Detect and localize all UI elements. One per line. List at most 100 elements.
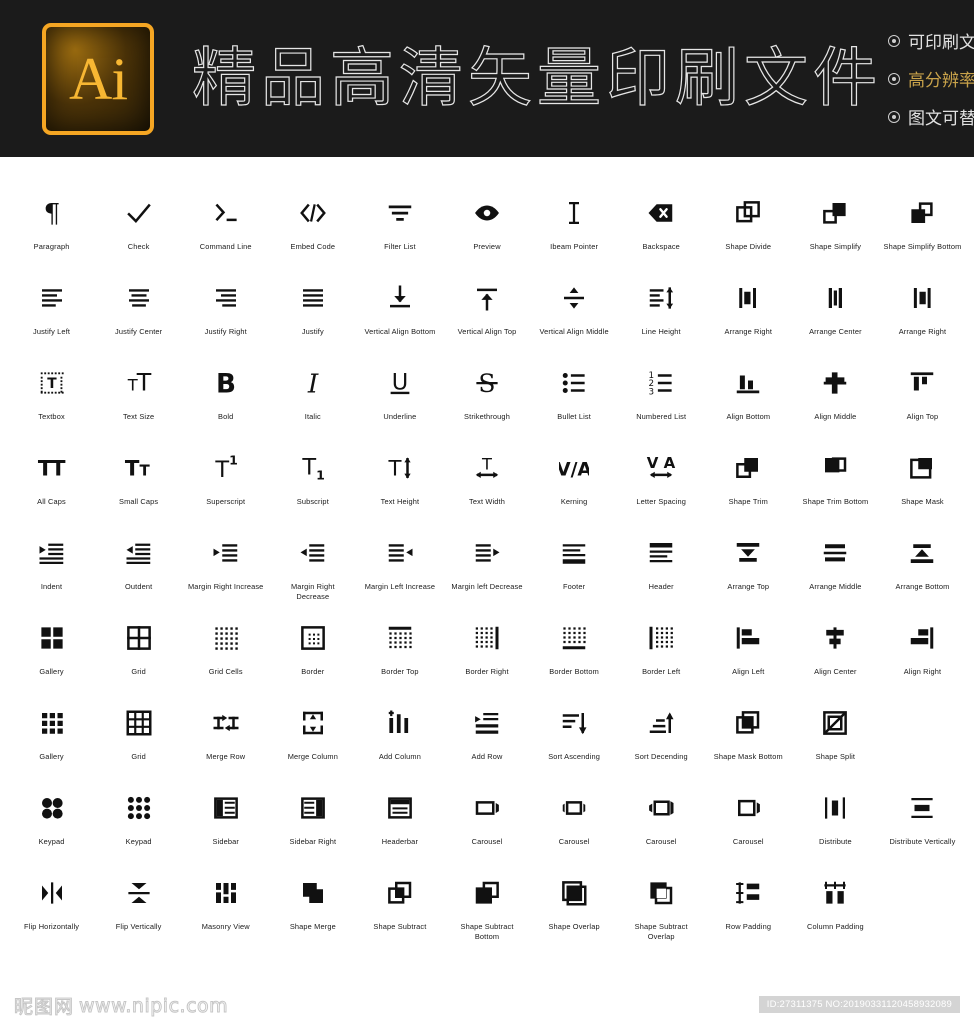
icon-cell-vertical-align-middle[interactable]: Vertical Align Middle (531, 270, 618, 355)
icon-cell-letter-spacing[interactable]: V A Letter Spacing (618, 440, 705, 525)
icon-cell-filter-list[interactable]: Filter List (356, 185, 443, 270)
icon-cell-subscript[interactable]: T 1 Subscript (269, 440, 356, 525)
icon-cell-shape-subtract-bottom[interactable]: Shape Subtract Bottom (443, 865, 530, 950)
icon-cell-embed-code[interactable]: Embed Code (269, 185, 356, 270)
icon-cell-small-caps[interactable]: T T Small Caps (95, 440, 182, 525)
icon-cell-justify-left[interactable]: Justify Left (8, 270, 95, 355)
icon-cell-grid-cells[interactable]: Grid Cells (182, 610, 269, 695)
icon-cell-sort-ascending[interactable]: Sort Ascending (531, 695, 618, 780)
icon-cell-grid[interactable]: Grid (95, 610, 182, 695)
icon-cell-align-bottom[interactable]: Align Bottom (705, 355, 792, 440)
icon-cell-margin-left-increase[interactable]: Margin Left Increase (356, 525, 443, 610)
icon-cell-masonry-view[interactable]: Masonry View (182, 865, 269, 950)
icon-cell-margin-right-decrease[interactable]: Margin Right Decrease (269, 525, 356, 610)
icon-cell-shape-split[interactable]: Shape Split (792, 695, 879, 780)
icon-cell-outdent[interactable]: Outdent (95, 525, 182, 610)
icon-cell-gallery[interactable]: Gallery (8, 610, 95, 695)
icon-cell-bold[interactable]: B Bold (182, 355, 269, 440)
icon-cell-shape-overlap[interactable]: Shape Overlap (531, 865, 618, 950)
icon-cell-margin-left-decrease[interactable]: Margin left Decrease (443, 525, 530, 610)
icon-cell-merge-column[interactable]: Merge Column (269, 695, 356, 780)
icon-cell-border-right[interactable]: Border Right (443, 610, 530, 695)
icon-cell-paragraph[interactable]: ¶ Paragraph (8, 185, 95, 270)
icon-cell-textbox[interactable]: T Textbox (8, 355, 95, 440)
icon-cell-column-padding[interactable]: Column Padding (792, 865, 879, 950)
icon-cell-align-right[interactable]: Align Right (879, 610, 966, 695)
icon-cell-row-padding[interactable]: Row Padding (705, 865, 792, 950)
icon-cell-shape-trim[interactable]: Shape Trim (705, 440, 792, 525)
icon-cell-vertical-align-bottom[interactable]: Vertical Align Bottom (356, 270, 443, 355)
icon-cell-add-row[interactable]: Add Row (443, 695, 530, 780)
icon-cell-check[interactable]: Check (95, 185, 182, 270)
icon-cell-justify[interactable]: Justify (269, 270, 356, 355)
icon-cell-keypad-four[interactable]: Keypad (8, 780, 95, 865)
icon-cell-sidebar[interactable]: Sidebar (182, 780, 269, 865)
icon-cell-vertical-align-top[interactable]: Vertical Align Top (443, 270, 530, 355)
keypad-four-icon (37, 788, 67, 828)
icon-cell-add-column[interactable]: Add Column (356, 695, 443, 780)
icon-cell-arrange-top[interactable]: Arrange Top (705, 525, 792, 610)
icon-cell-align-middle[interactable]: Align Middle (792, 355, 879, 440)
icon-cell-italic[interactable]: I Italic (269, 355, 356, 440)
icon-cell-align-top[interactable]: Align Top (879, 355, 966, 440)
icon-cell-arrange-bottom[interactable]: Arrange Bottom (879, 525, 966, 610)
icon-cell-indent[interactable]: Indent (8, 525, 95, 610)
icon-cell-shape-divide[interactable]: Shape Divide (705, 185, 792, 270)
icon-cell-carousel-right[interactable]: Carousel (443, 780, 530, 865)
icon-cell-carousel-left[interactable]: Carousel (531, 780, 618, 865)
icon-cell-flip-vertically[interactable]: Flip Vertically (95, 865, 182, 950)
icon-cell-border-top[interactable]: Border Top (356, 610, 443, 695)
icon-cell-header[interactable]: Header (618, 525, 705, 610)
icon-cell-shape-trim-bottom[interactable]: Shape Trim Bottom (792, 440, 879, 525)
icon-cell-kerning[interactable]: V/A Kerning (531, 440, 618, 525)
icon-cell-shape-simplify-bottom[interactable]: Shape Simplify Bottom (879, 185, 966, 270)
icon-cell-merge-row[interactable]: Merge Row (182, 695, 269, 780)
icon-cell-margin-right-increase[interactable]: Margin Right Increase (182, 525, 269, 610)
icon-cell-align-center[interactable]: Align Center (792, 610, 879, 695)
icon-cell-border[interactable]: Border (269, 610, 356, 695)
icon-cell-numbered-list[interactable]: 1 2 3 Numbered List (618, 355, 705, 440)
icon-cell-arrange-right[interactable]: Arrange Right (705, 270, 792, 355)
icon-cell-bullet-list[interactable]: Bullet List (531, 355, 618, 440)
icon-cell-gallery-dots[interactable]: Gallery (8, 695, 95, 780)
icon-cell-grid-table[interactable]: Grid (95, 695, 182, 780)
kerning-icon: V/A (559, 448, 589, 488)
icon-cell-footer[interactable]: Footer (531, 525, 618, 610)
icon-cell-justify-right[interactable]: Justify Right (182, 270, 269, 355)
icon-cell-all-caps[interactable]: T T All Caps (8, 440, 95, 525)
icon-cell-strikethrough[interactable]: S Strikethrough (443, 355, 530, 440)
icon-cell-text-height[interactable]: T Text Height (356, 440, 443, 525)
icon-cell-shape-merge[interactable]: Shape Merge (269, 865, 356, 950)
icon-cell-arrange-right-alt[interactable]: Arrange Right (879, 270, 966, 355)
icon-cell-preview[interactable]: Preview (443, 185, 530, 270)
icon-cell-superscript[interactable]: T 1 Superscript (182, 440, 269, 525)
icon-cell-shape-mask[interactable]: Shape Mask (879, 440, 966, 525)
icon-cell-sort-descending[interactable]: Sort Decending (618, 695, 705, 780)
icon-cell-carousel-wide[interactable]: Carousel (705, 780, 792, 865)
icon-cell-align-left[interactable]: Align Left (705, 610, 792, 695)
icon-cell-distribute[interactable]: Distribute (792, 780, 879, 865)
watermark-url: www.nipic.com (79, 994, 229, 1017)
icon-cell-keypad-nine[interactable]: Keypad (95, 780, 182, 865)
icon-cell-border-bottom[interactable]: Border Bottom (531, 610, 618, 695)
icon-cell-arrange-middle[interactable]: Arrange Middle (792, 525, 879, 610)
icon-cell-headerbar[interactable]: Headerbar (356, 780, 443, 865)
icon-cell-ibeam-pointer[interactable]: Ibeam Pointer (531, 185, 618, 270)
icon-cell-justify-center[interactable]: Justify Center (95, 270, 182, 355)
icon-cell-border-left[interactable]: Border Left (618, 610, 705, 695)
icon-cell-backspace[interactable]: Backspace (618, 185, 705, 270)
icon-cell-text-size[interactable]: T T Text Size (95, 355, 182, 440)
icon-cell-carousel-both[interactable]: Carousel (618, 780, 705, 865)
icon-cell-shape-subtract-overlap[interactable]: Shape Subtract Overlap (618, 865, 705, 950)
icon-cell-flip-horizontally[interactable]: Flip Horizontally (8, 865, 95, 950)
icon-cell-shape-simplify[interactable]: Shape Simplify (792, 185, 879, 270)
icon-cell-text-width[interactable]: T Text Width (443, 440, 530, 525)
icon-cell-command-line[interactable]: Command Line (182, 185, 269, 270)
icon-cell-shape-subtract[interactable]: Shape Subtract (356, 865, 443, 950)
icon-cell-shape-mask-bottom[interactable]: Shape Mask Bottom (705, 695, 792, 780)
icon-cell-arrange-center[interactable]: Arrange Center (792, 270, 879, 355)
icon-cell-underline[interactable]: U Underline (356, 355, 443, 440)
icon-cell-distribute-vertically[interactable]: Distribute Vertically (879, 780, 966, 865)
icon-cell-line-height[interactable]: Line Height (618, 270, 705, 355)
icon-cell-sidebar-right[interactable]: Sidebar Right (269, 780, 356, 865)
